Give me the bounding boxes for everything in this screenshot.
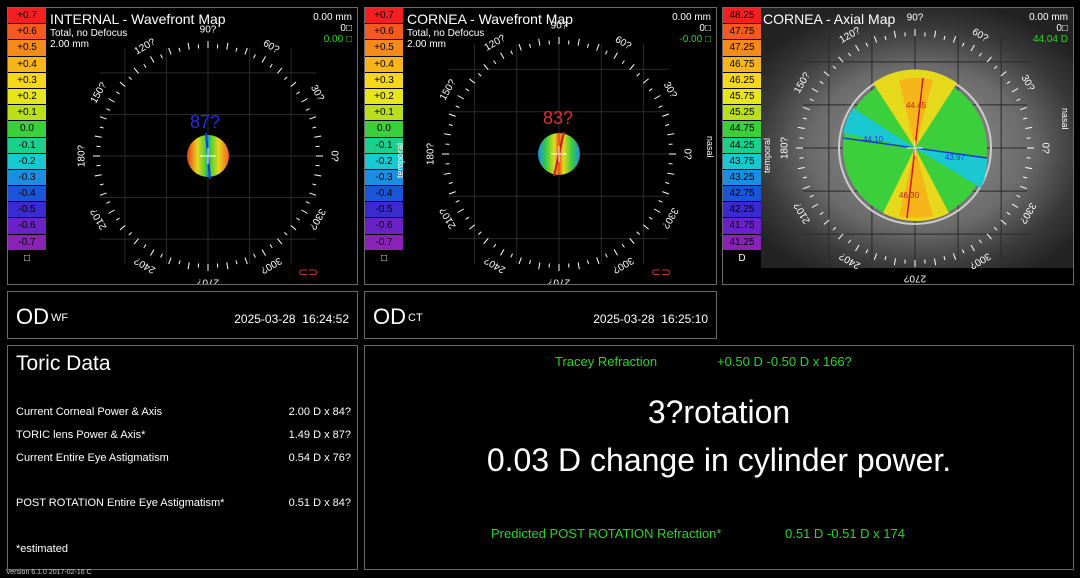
toric-data-panel: Toric Data Current Corneal Power & Axis 2…	[7, 345, 358, 570]
glasses-icon: ⊂⊃	[651, 265, 671, 279]
tracey-refraction-value: +0.50 D -0.50 D x 166?	[717, 354, 852, 369]
axis-label: 83?	[543, 108, 573, 128]
toric-row: Current Corneal Power & Axis 2.00 D x 84?	[16, 406, 351, 418]
exam-type: CT	[408, 312, 423, 324]
exam-datetime: 2025-03-28 16:24:52	[234, 312, 349, 326]
rotation-result-panel: Tracey Refraction +0.50 D -0.50 D x 166?…	[364, 345, 1074, 570]
axis-label: 87?	[190, 112, 220, 132]
estimated-note: *estimated	[16, 543, 68, 555]
eye-info-wf: OD WF 2025-03-28 16:24:52	[7, 291, 358, 339]
internal-wavefront-panel[interactable]: +0.7 +0.6 +0.5 +0.4 +0.3 +0.2 +0.1 0.0 -0.1 -0.2-…	[7, 7, 358, 285]
exam-datetime: 2025-03-28 16:25:10	[593, 312, 708, 326]
svg-text:43.97: 43.97	[945, 153, 966, 162]
cylinder-change-text: 0.03 D change in cylinder power.	[486, 442, 952, 478]
toric-title: Toric Data	[16, 352, 111, 375]
eye-info-ct: OD CT 2025-03-28 16:25:10	[364, 291, 717, 339]
glasses-icon: ⊂⊃	[298, 265, 318, 279]
rotation-text: 3?rotation	[647, 394, 791, 430]
eye-label: OD	[16, 304, 49, 329]
cornea-wavefront-panel[interactable]: +0.7 +0.6 +0.5 +0.4 +0.3 +0.2 +0.1 0.0 -0.1 -0.2-…	[364, 7, 717, 285]
tracey-refraction-label: Tracey Refraction	[555, 354, 658, 369]
exam-type: WF	[51, 312, 69, 324]
wavefront-map[interactable]: 83? ⊂⊃	[365, 8, 717, 285]
toric-row: POST ROTATION Entire Eye Astigmatism* 0.5…	[16, 497, 351, 509]
svg-text:46.30: 46.30	[899, 191, 920, 200]
eye-label: OD	[373, 304, 406, 329]
svg-text:44.10: 44.10	[863, 135, 884, 144]
wavefront-map[interactable]: 87? ⊂⊃	[8, 8, 358, 285]
svg-text:44.45: 44.45	[906, 101, 927, 110]
predicted-refraction-label: Predicted POST ROTATION Refraction*	[491, 526, 722, 541]
version-label: Version 6.1.0 2017-02-16 C	[6, 569, 92, 576]
axial-map[interactable]: 44.10 43.97 44.45 46.30	[723, 8, 1074, 285]
cornea-axial-panel[interactable]: 48.25 47.75 47.25 46.75 46.25 45.75 45.25 44.75…	[722, 7, 1074, 285]
predicted-refraction-value: 0.51 D -0.51 D x 174	[785, 526, 905, 541]
toric-row: TORIC lens Power & Axis* 1.49 D x 87?	[16, 429, 351, 441]
toric-row: Current Entire Eye Astigmatism 0.54 D x 7…	[16, 452, 351, 464]
